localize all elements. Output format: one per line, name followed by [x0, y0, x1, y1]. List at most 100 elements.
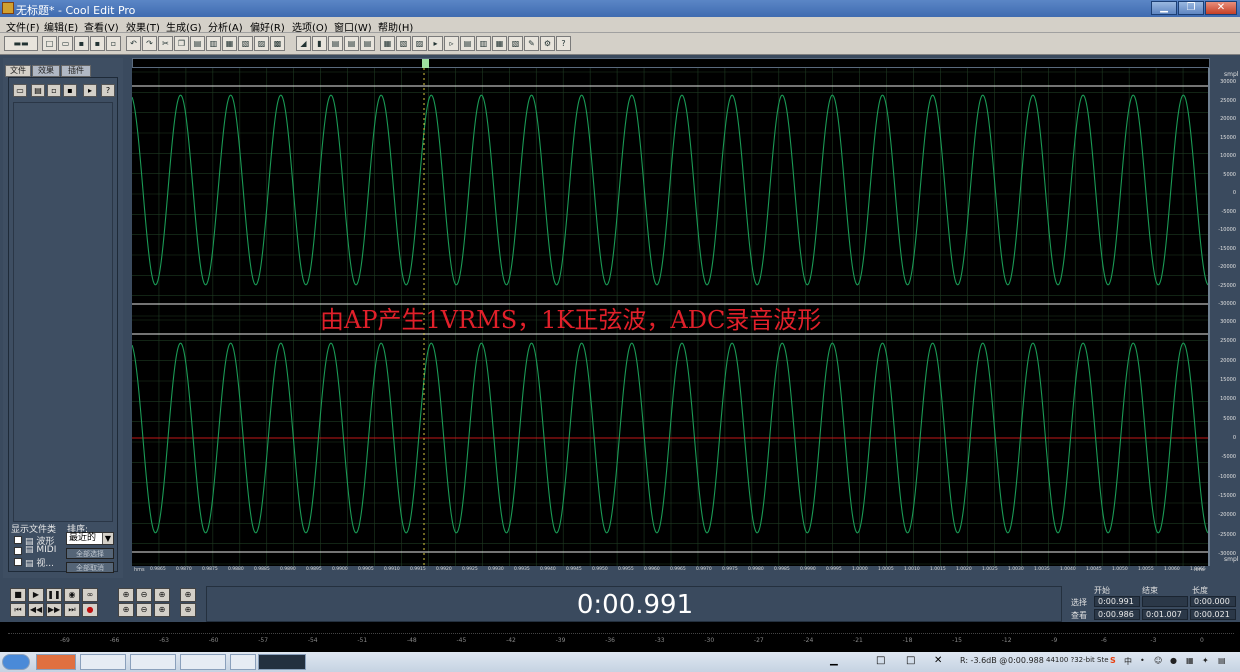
edit-icon-b[interactable]: ▨ [254, 36, 269, 51]
view-icon-c[interactable]: ▨ [412, 36, 427, 51]
zoom-in-horizontal-icon[interactable]: ⊕ [118, 588, 134, 602]
selection-length[interactable]: 0:00.000 [1190, 596, 1236, 607]
tools-icon[interactable]: ✦ [1202, 656, 1209, 665]
zoom-full-icon[interactable]: ⊕ [154, 588, 170, 602]
menu-view[interactable]: 查看(V) [84, 19, 119, 34]
maximize-icon[interactable]: □ [906, 655, 915, 666]
play-button[interactable]: ▶ [28, 588, 44, 602]
import-icon[interactable]: ▤ [31, 84, 45, 97]
menu-effects[interactable]: 效果(T) [126, 19, 160, 34]
go-to-start-button[interactable]: ⏮ [10, 603, 26, 617]
emoji-icon[interactable]: ☺ [1154, 656, 1162, 665]
waveform-overview[interactable] [132, 58, 1210, 68]
save-as-icon[interactable]: ▪ [90, 36, 105, 51]
view-icon-i[interactable]: ▧ [508, 36, 523, 51]
toggle-multitrack-button[interactable]: ▬▬ [4, 36, 38, 51]
envelope-icon[interactable]: ◢ [296, 36, 311, 51]
taskbar-app-3[interactable] [130, 654, 176, 670]
checkbox-video[interactable] [14, 558, 22, 566]
tab-files[interactable]: 文件 [5, 65, 31, 77]
trim-icon[interactable]: ▦ [222, 36, 237, 51]
zoom-left-icon[interactable]: ⊕ [118, 603, 134, 617]
menu-analyze[interactable]: 分析(A) [208, 19, 243, 34]
record-button[interactable]: ● [82, 603, 98, 617]
view-end[interactable]: 0:01.007 [1142, 609, 1188, 620]
punctuation-icon[interactable]: • [1140, 656, 1145, 665]
close-button[interactable]: ✕ [1205, 1, 1237, 15]
insert-icon[interactable]: ▸ [83, 84, 97, 97]
zoom-selection-icon[interactable]: ⊕ [154, 603, 170, 617]
menu-edit[interactable]: 编辑(E) [44, 19, 78, 34]
settings-icon-a[interactable]: ▤ [328, 36, 343, 51]
tab-effects[interactable]: 效果 [32, 65, 60, 77]
view-icon-b[interactable]: ▧ [396, 36, 411, 51]
tools-icon-a[interactable]: ✎ [524, 36, 539, 51]
view-icon-g[interactable]: ▥ [476, 36, 491, 51]
sort-select[interactable]: 最近的 ▼ [66, 532, 114, 545]
ime-mode-icon[interactable]: 中 [1124, 656, 1132, 667]
taskbar-app-active[interactable] [258, 654, 306, 670]
keyboard-icon[interactable]: ▦ [1186, 656, 1194, 665]
taskbar-app-4[interactable] [180, 654, 226, 670]
open-folder-icon[interactable]: ▭ [13, 84, 27, 97]
taskbar-app-5[interactable] [230, 654, 256, 670]
close-icon[interactable]: ✕ [934, 655, 942, 666]
zoom-out-vertical-icon[interactable]: ⊕ [180, 603, 196, 617]
menu-help[interactable]: 帮助(H) [378, 19, 413, 34]
minimize-button[interactable]: ▁ [1151, 1, 1177, 15]
microphone-icon[interactable]: ● [1170, 656, 1177, 665]
menu-window[interactable]: 窗口(W) [334, 19, 372, 34]
view-icon-a[interactable]: ▦ [380, 36, 395, 51]
close-file-icon[interactable]: ▫ [106, 36, 121, 51]
redo-icon[interactable]: ↷ [142, 36, 157, 51]
checkbox-wave[interactable] [14, 536, 22, 544]
skin-icon[interactable]: ▤ [1218, 656, 1226, 665]
play-to-end-button[interactable]: ◉ [64, 588, 80, 602]
undo-icon[interactable]: ↶ [126, 36, 141, 51]
save-file-icon[interactable]: ▪ [74, 36, 89, 51]
settings-icon-b[interactable]: ▤ [344, 36, 359, 51]
paste-icon[interactable]: ▤ [190, 36, 205, 51]
select-all-button[interactable]: 全部选择 [66, 548, 114, 559]
loop-button[interactable]: ∞ [82, 588, 98, 602]
menu-preferences[interactable]: 偏好(R) [250, 19, 285, 34]
view-icon-e[interactable]: ▹ [444, 36, 459, 51]
zoom-right-icon[interactable]: ⊖ [136, 603, 152, 617]
view-range-marker[interactable] [422, 59, 429, 68]
tools-icon-b[interactable]: ⚙ [540, 36, 555, 51]
close-all-icon[interactable]: ▪ [63, 84, 77, 97]
taskbar-app-1[interactable] [36, 654, 76, 670]
restore-icon[interactable]: □ [876, 655, 885, 666]
zoom-out-horizontal-icon[interactable]: ⊖ [136, 588, 152, 602]
mix-paste-icon[interactable]: ▥ [206, 36, 221, 51]
stop-button[interactable]: ■ [10, 588, 26, 602]
close-icon[interactable]: ▫ [47, 84, 61, 97]
info-icon[interactable]: ? [101, 84, 115, 97]
menu-options[interactable]: 选项(O) [292, 19, 328, 34]
settings-icon-c[interactable]: ▤ [360, 36, 375, 51]
file-list[interactable] [13, 102, 113, 522]
rewind-button[interactable]: ◀◀ [28, 603, 44, 617]
view-icon-h[interactable]: ▦ [492, 36, 507, 51]
menu-generate[interactable]: 生成(G) [166, 19, 202, 34]
fast-forward-button[interactable]: ▶▶ [46, 603, 62, 617]
selection-end[interactable] [1142, 596, 1188, 607]
taskbar-app-2[interactable] [80, 654, 126, 670]
new-file-icon[interactable]: □ [42, 36, 57, 51]
menu-file[interactable]: 文件(F) [6, 19, 40, 34]
copy-icon[interactable]: ❐ [174, 36, 189, 51]
checkbox-midi[interactable] [14, 547, 22, 555]
spectral-icon[interactable]: ▮ [312, 36, 327, 51]
cut-icon[interactable]: ✂ [158, 36, 173, 51]
ime-icon[interactable]: S [1110, 656, 1116, 665]
maximize-button[interactable]: ❐ [1178, 1, 1204, 15]
help-icon[interactable]: ? [556, 36, 571, 51]
view-icon-d[interactable]: ▸ [428, 36, 443, 51]
view-length[interactable]: 0:00.021 [1190, 609, 1236, 620]
edit-icon-c[interactable]: ▩ [270, 36, 285, 51]
selection-begin[interactable]: 0:00.991 [1094, 596, 1140, 607]
tab-plugins[interactable]: 插件 [61, 65, 91, 77]
go-to-end-button[interactable]: ⏭ [64, 603, 80, 617]
view-icon-f[interactable]: ▤ [460, 36, 475, 51]
deselect-all-button[interactable]: 全部取消 [66, 562, 114, 573]
